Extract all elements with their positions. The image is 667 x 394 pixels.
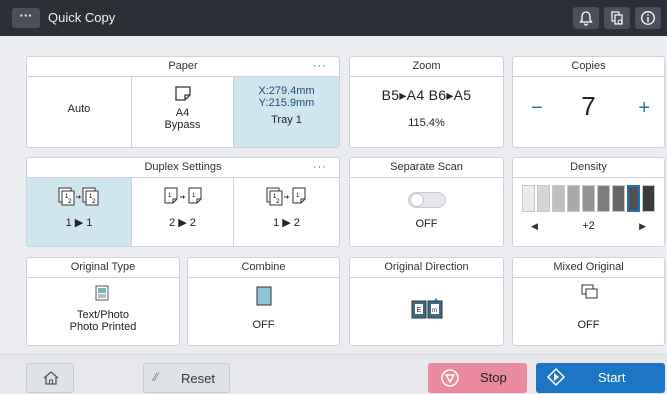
mixed-original-title: Mixed Original bbox=[513, 258, 664, 278]
original-direction-panel[interactable]: Original Direction E m bbox=[349, 257, 504, 346]
separate-scan-state: OFF bbox=[415, 218, 438, 230]
density-panel: Density ◀ +2 ▶ bbox=[512, 157, 665, 247]
tray-y-size: Y:215.9mm bbox=[258, 97, 315, 109]
density-scale[interactable] bbox=[522, 185, 658, 212]
density-level-9[interactable] bbox=[642, 185, 655, 212]
svg-text:E: E bbox=[417, 307, 422, 314]
mixed-original-panel[interactable]: Mixed Original OFF bbox=[512, 257, 665, 346]
original-type-title: Original Type bbox=[27, 258, 179, 278]
stop-icon bbox=[441, 369, 459, 387]
tray-label: Tray 1 bbox=[271, 114, 302, 126]
duplex-option-label: 2 ▶ 2 bbox=[169, 217, 196, 229]
original-direction-icon: E m bbox=[411, 298, 443, 319]
paper-bypass-option[interactable]: A4 Bypass bbox=[132, 77, 233, 147]
duplex-1-1-icon: 12 12 bbox=[58, 187, 99, 206]
stop-label: Stop bbox=[480, 370, 507, 385]
duplex-2-2-icon: 1 1 bbox=[164, 187, 201, 204]
paper-auto-label: Auto bbox=[67, 103, 91, 115]
separate-scan-panel[interactable]: Separate Scan OFF bbox=[349, 157, 504, 247]
paper-sheet-icon bbox=[174, 86, 191, 101]
bottom-bar: ⁄⁄ Reset Stop Start bbox=[0, 354, 667, 394]
duplex-option-2-2[interactable]: 1 1 2 ▶ 2 bbox=[132, 178, 233, 246]
title-bar: ··· Quick Copy bbox=[0, 0, 667, 36]
duplex-option-1-1[interactable]: 12 12 1 ▶ 1 bbox=[27, 178, 131, 246]
original-direction-title: Original Direction bbox=[350, 258, 503, 278]
copy-job-icon[interactable] bbox=[604, 7, 630, 29]
app-title: Quick Copy bbox=[48, 10, 116, 25]
density-level-3[interactable] bbox=[552, 185, 565, 212]
duplex-option-label: 1 ▶ 2 bbox=[273, 217, 300, 229]
paper-auto-option[interactable]: Auto bbox=[27, 77, 131, 147]
duplex-option-1-2[interactable]: 12 1 1 ▶ 2 bbox=[234, 178, 339, 246]
home-icon bbox=[43, 371, 59, 385]
reset-icon: ⁄⁄ bbox=[154, 370, 159, 384]
stop-button[interactable]: Stop bbox=[428, 363, 527, 393]
start-icon bbox=[546, 367, 566, 387]
density-level-4[interactable] bbox=[567, 185, 580, 212]
density-level-2[interactable] bbox=[537, 185, 550, 212]
copies-panel: Copies − 7 + bbox=[512, 56, 665, 148]
mixed-original-state: OFF bbox=[577, 319, 600, 331]
density-level-1[interactable] bbox=[522, 185, 535, 212]
copies-plus-button[interactable]: + bbox=[638, 97, 650, 120]
reset-button[interactable]: ⁄⁄ Reset bbox=[143, 363, 230, 393]
menu-button[interactable]: ··· bbox=[12, 8, 40, 28]
original-type-line2: Photo Printed bbox=[69, 321, 137, 333]
start-button[interactable]: Start bbox=[536, 363, 665, 393]
text-photo-icon bbox=[95, 285, 109, 301]
original-type-line1: Text/Photo bbox=[77, 309, 129, 321]
zoom-panel[interactable]: Zoom B5▸A4 B6▸A5 115.4% bbox=[349, 56, 504, 148]
separate-scan-title: Separate Scan bbox=[350, 158, 503, 178]
svg-text:m: m bbox=[432, 308, 437, 314]
paper-panel: Paper ··· Auto A4 Bypass X:279.4mm Y:215… bbox=[26, 56, 340, 148]
paper-title: Paper ··· bbox=[27, 57, 339, 77]
copies-title: Copies bbox=[513, 57, 664, 77]
combine-panel[interactable]: Combine OFF bbox=[187, 257, 340, 346]
paper-bypass-label: Bypass bbox=[164, 119, 201, 131]
combine-title: Combine bbox=[188, 258, 339, 278]
density-title: Density bbox=[513, 158, 664, 178]
combine-icon bbox=[256, 286, 272, 306]
home-button[interactable] bbox=[26, 363, 74, 393]
combine-state: OFF bbox=[252, 319, 275, 331]
duplex-more-button[interactable]: ··· bbox=[313, 158, 327, 177]
zoom-title: Zoom bbox=[350, 57, 503, 77]
mixed-original-icon bbox=[581, 284, 598, 299]
reset-label: Reset bbox=[181, 371, 215, 386]
zoom-preset: B5▸A4 B6▸A5 bbox=[381, 87, 472, 103]
zoom-value: 115.4% bbox=[408, 117, 445, 129]
info-icon[interactable] bbox=[635, 7, 661, 29]
original-type-panel[interactable]: Original Type Text/Photo Photo Printed bbox=[26, 257, 180, 346]
paper-bypass-size: A4 bbox=[175, 107, 190, 119]
tray-x-size: X:279.4mm bbox=[258, 85, 315, 97]
duplex-1-2-icon: 12 1 bbox=[266, 187, 305, 206]
duplex-title: Duplex Settings ··· bbox=[27, 158, 339, 178]
density-increase-button[interactable]: ▶ bbox=[639, 221, 646, 232]
density-level-5[interactable] bbox=[582, 185, 595, 212]
separate-scan-toggle[interactable] bbox=[408, 192, 446, 208]
paper-tray1-option[interactable]: X:279.4mm Y:215.9mm Tray 1 bbox=[234, 77, 339, 147]
density-level-6[interactable] bbox=[597, 185, 610, 212]
paper-more-button[interactable]: ··· bbox=[313, 57, 327, 76]
duplex-panel: Duplex Settings ··· 12 12 1 ▶ 1 1 1 2 ▶ … bbox=[26, 157, 340, 247]
density-level-8[interactable] bbox=[627, 185, 640, 212]
duplex-option-label: 1 ▶ 1 bbox=[65, 217, 93, 229]
start-label: Start bbox=[598, 370, 626, 385]
density-level-7[interactable] bbox=[612, 185, 625, 212]
bell-icon[interactable] bbox=[573, 7, 599, 29]
